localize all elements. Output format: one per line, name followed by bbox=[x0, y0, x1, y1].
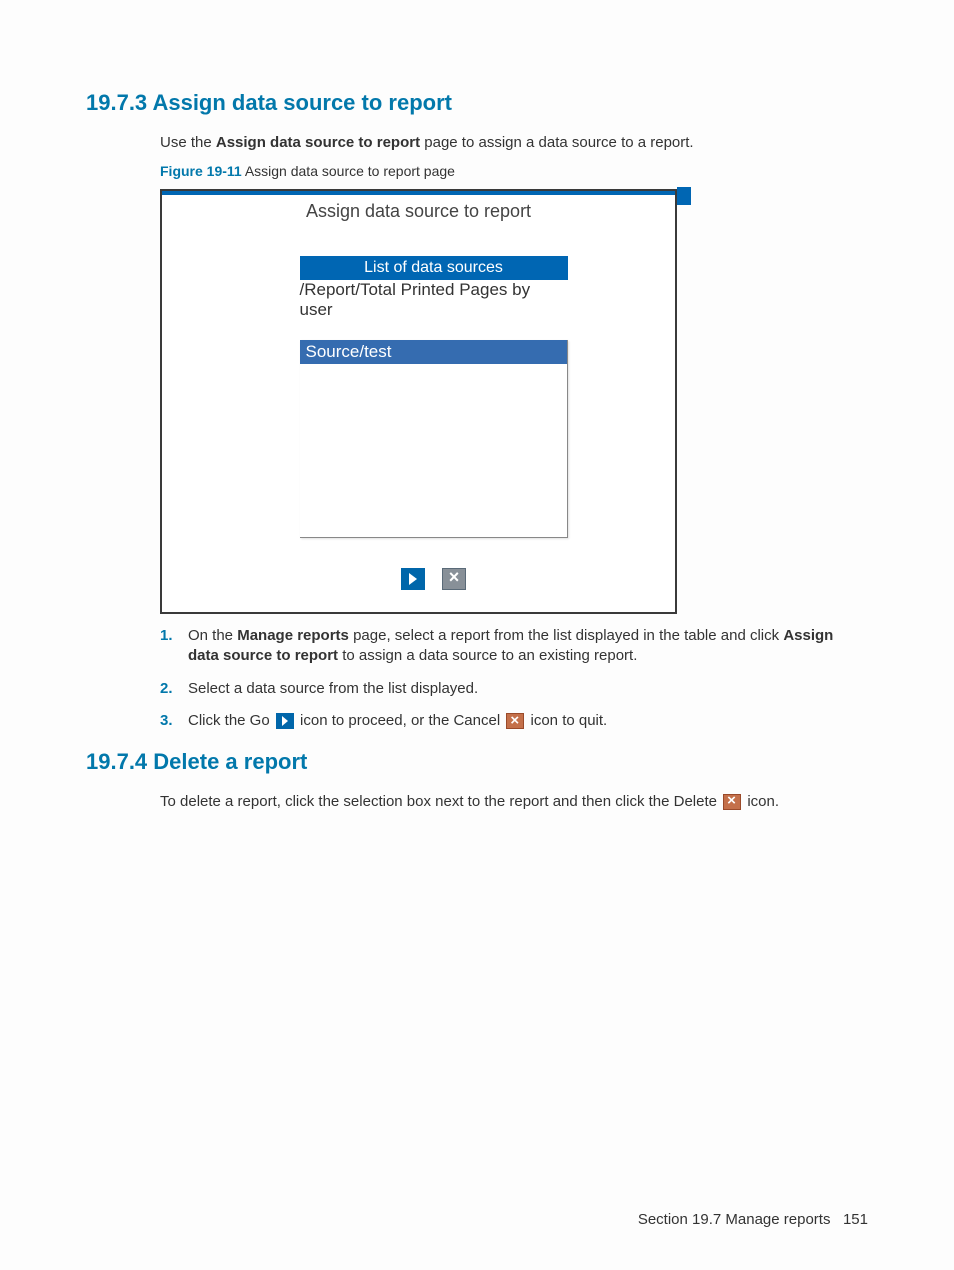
text: page to assign a data source to a report… bbox=[420, 134, 694, 151]
step-number: 2. bbox=[160, 679, 173, 699]
steps-list: 1. On the Manage reports page, select a … bbox=[160, 626, 868, 731]
screenshot-title: Assign data source to report bbox=[162, 195, 675, 226]
text: icon to quit. bbox=[526, 712, 607, 729]
step-number: 1. bbox=[160, 626, 173, 646]
text-bold: Manage reports bbox=[237, 627, 349, 644]
section-heading-1973: 19.7.3 Assign data source to report bbox=[86, 90, 868, 116]
text: to assign a data source to an existing r… bbox=[338, 647, 637, 664]
data-source-listbox[interactable]: Source/test bbox=[300, 340, 568, 538]
cancel-icon[interactable] bbox=[442, 568, 466, 590]
text: icon to proceed, or the Cancel bbox=[296, 712, 504, 729]
delete-paragraph: To delete a report, click the selection … bbox=[160, 793, 868, 810]
go-icon[interactable] bbox=[401, 568, 425, 590]
text: To delete a report, click the selection … bbox=[160, 793, 721, 810]
text: page, select a report from the list disp… bbox=[349, 627, 783, 644]
cancel-icon bbox=[506, 713, 524, 729]
text: icon. bbox=[743, 793, 779, 810]
go-icon bbox=[276, 713, 294, 729]
figure-title: Assign data source to report page bbox=[242, 163, 455, 179]
list-header: List of data sources bbox=[300, 256, 568, 280]
text: Click the Go bbox=[188, 712, 274, 729]
page-footer: Section 19.7 Manage reports 151 bbox=[638, 1211, 868, 1228]
list-path-label: /Report/Total Printed Pages by user bbox=[300, 280, 568, 320]
step-number: 3. bbox=[160, 711, 173, 731]
figure-number: Figure 19-11 bbox=[160, 163, 242, 179]
intro-paragraph: Use the Assign data source to report pag… bbox=[160, 134, 868, 151]
step-3: 3. Click the Go icon to proceed, or the … bbox=[160, 711, 868, 731]
figure-caption: Figure 19-11 Assign data source to repor… bbox=[160, 163, 868, 179]
step-2: 2. Select a data source from the list di… bbox=[160, 679, 868, 699]
footer-section: Section 19.7 Manage reports bbox=[638, 1211, 831, 1228]
list-item-selected[interactable]: Source/test bbox=[300, 340, 567, 364]
footer-page-number: 151 bbox=[843, 1211, 868, 1228]
text: Select a data source from the list displ… bbox=[188, 680, 478, 697]
text: On the bbox=[188, 627, 237, 644]
step-1: 1. On the Manage reports page, select a … bbox=[160, 626, 868, 667]
text-bold: Assign data source to report bbox=[216, 134, 420, 151]
text: Use the bbox=[160, 134, 216, 151]
screenshot-top-accent bbox=[162, 191, 675, 195]
section-heading-1974: 19.7.4 Delete a report bbox=[86, 749, 868, 775]
screenshot-assign-data-source: Assign data source to report List of dat… bbox=[160, 189, 677, 614]
screenshot-button-bar bbox=[252, 538, 615, 600]
delete-icon bbox=[723, 794, 741, 810]
